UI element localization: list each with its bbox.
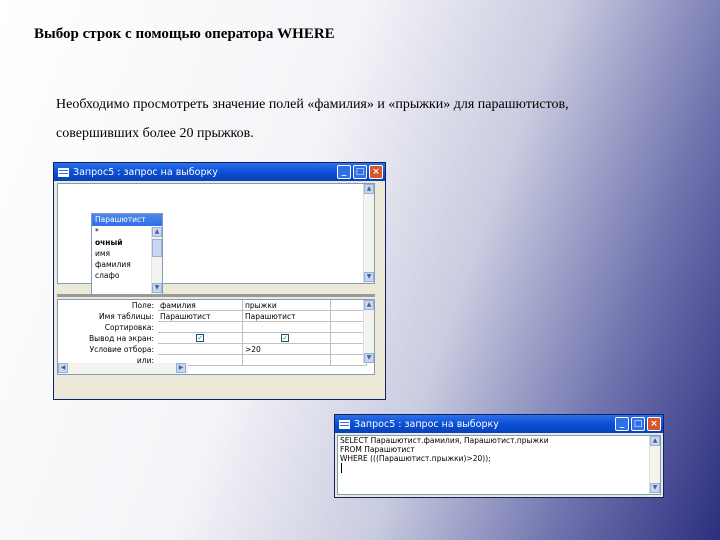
sql-view-window: Запрос5 : запрос на выборку _ □ × SELECT… (334, 414, 664, 498)
table-pane[interactable]: Парашютист * очный имя фамилия слафо ▲ ▼… (57, 183, 375, 295)
maximize-button[interactable]: □ (353, 165, 367, 179)
grid-cell-criteria-2[interactable]: >20 (243, 344, 331, 355)
grid-cell-table-2[interactable]: Парашютист (243, 311, 331, 322)
maximize-button[interactable]: □ (631, 417, 645, 431)
grid-cell-empty[interactable] (331, 355, 367, 366)
window-title: Запрос5 : запрос на выборку (73, 166, 218, 178)
scroll-up-icon[interactable]: ▲ (364, 300, 374, 310)
pane-splitter[interactable] (57, 294, 375, 297)
sql-line: SELECT Парашютист.фамилия, Парашютист.пр… (340, 436, 549, 445)
query-grid: фамилия Парашютист ✓ прыжки Парашютист ✓… (158, 300, 371, 366)
row-label-table: Имя таблицы: (99, 312, 154, 321)
window-title: Запрос5 : запрос на выборку (354, 418, 499, 430)
grid-cell-show-1[interactable]: ✓ (158, 333, 243, 344)
grid-cell-empty[interactable] (331, 311, 367, 322)
minimize-button[interactable]: _ (337, 165, 351, 179)
grid-cell-empty[interactable] (331, 344, 367, 355)
grid-horizontal-scrollbar[interactable]: ◀ ▶ (58, 363, 188, 374)
table-field-list-title: Парашютист (92, 214, 162, 226)
close-button[interactable]: × (369, 165, 383, 179)
row-label-field: Поле: (131, 301, 154, 310)
grid-cell-criteria-1[interactable] (158, 344, 243, 355)
scroll-down-icon[interactable]: ▼ (364, 353, 374, 363)
slide-text-line-2: совершивших более 20 прыжков. (56, 126, 254, 141)
grid-cell-field-2[interactable]: прыжки (243, 300, 331, 311)
scroll-left-icon[interactable]: ◀ (58, 363, 68, 373)
field-list-scrollbar[interactable]: ▲ ▼ (151, 227, 162, 294)
minimize-button[interactable]: _ (615, 417, 629, 431)
grid-cell-table-1[interactable]: Парашютист (158, 311, 243, 322)
query-design-window: Запрос5 : запрос на выборку _ □ × Парашю… (53, 162, 386, 400)
sql-scrollbar[interactable]: ▲ ▼ (649, 436, 660, 494)
query-icon (339, 419, 350, 429)
slide-title: Выбор строк с помощью оператора WHERE (34, 26, 335, 42)
grid-cell-empty[interactable] (331, 322, 367, 333)
grid-cell-empty[interactable] (331, 333, 367, 344)
grid-vertical-scrollbar[interactable]: ▲ ▼ (363, 300, 374, 364)
close-button[interactable]: × (647, 417, 661, 431)
grid-cell-empty[interactable] (331, 300, 367, 311)
sql-line: FROM Парашютист (340, 445, 415, 454)
row-label-show: Вывод на экран: (89, 334, 154, 343)
grid-cell-show-2[interactable]: ✓ (243, 333, 331, 344)
sql-editor[interactable]: SELECT Парашютист.фамилия, Парашютист.пр… (337, 435, 661, 495)
row-label-sort: Сортировка: (104, 323, 154, 332)
sql-line: WHERE (((Парашютист.прыжки)>20)); (340, 454, 491, 463)
row-label-criteria: Условие отбора: (89, 345, 154, 354)
grid-cell-sort-2[interactable] (243, 322, 331, 333)
grid-cell-sort-1[interactable] (158, 322, 243, 333)
scroll-right-icon[interactable]: ▶ (176, 363, 186, 373)
table-field-list[interactable]: Парашютист * очный имя фамилия слафо ▲ ▼ (91, 213, 163, 295)
scroll-thumb[interactable] (152, 239, 162, 257)
show-checkbox[interactable]: ✓ (196, 334, 204, 342)
window-titlebar[interactable]: Запрос5 : запрос на выборку _ □ × (335, 415, 663, 433)
grid-cell-field-1[interactable]: фамилия (158, 300, 243, 311)
show-checkbox[interactable]: ✓ (281, 334, 289, 342)
grid-cell-or-2[interactable] (243, 355, 331, 366)
query-grid-pane[interactable]: Поле: Имя таблицы: Сортировка: Вывод на … (57, 299, 375, 375)
table-pane-scrollbar[interactable]: ▲ ▼ (363, 184, 374, 283)
scroll-up-icon[interactable]: ▲ (364, 184, 374, 194)
scroll-up-icon[interactable]: ▲ (152, 227, 162, 237)
query-icon (58, 167, 69, 177)
window-titlebar[interactable]: Запрос5 : запрос на выборку _ □ × (54, 163, 385, 181)
scroll-down-icon[interactable]: ▼ (152, 283, 162, 293)
slide-text-line-1: Необходимо просмотреть значение полей «ф… (56, 97, 569, 112)
text-caret (341, 463, 342, 473)
scroll-up-icon[interactable]: ▲ (650, 436, 660, 446)
scroll-down-icon[interactable]: ▼ (364, 272, 374, 282)
scroll-down-icon[interactable]: ▼ (650, 483, 660, 493)
